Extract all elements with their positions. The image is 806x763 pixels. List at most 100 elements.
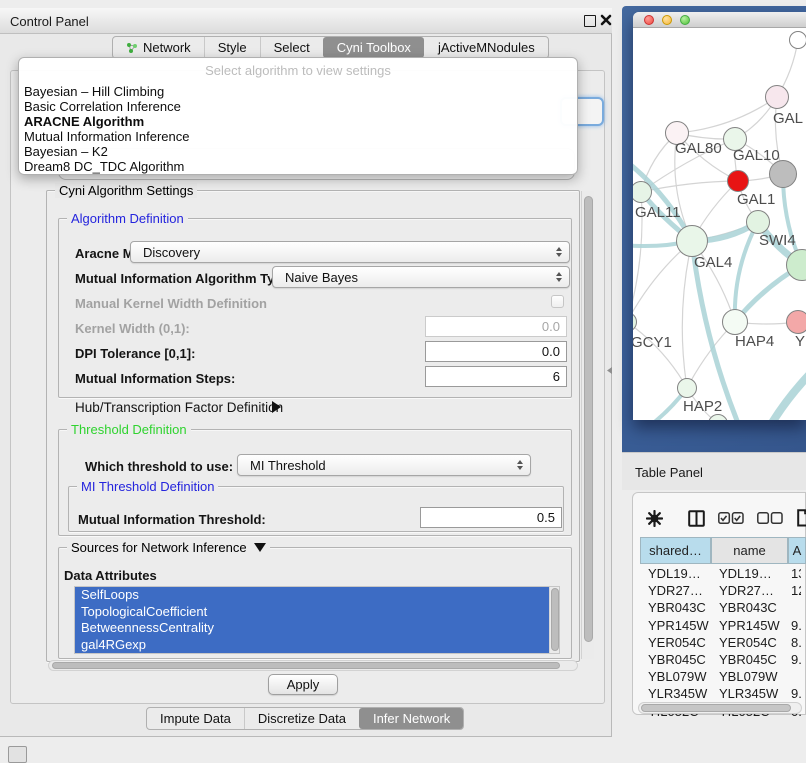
network-node-hap2[interactable] <box>677 378 697 398</box>
table-cell[interactable]: YPR145W <box>648 617 711 634</box>
split-columns-icon[interactable] <box>688 510 705 527</box>
data-attributes-list[interactable]: SelfLoopsTopologicalCoefficientBetweenne… <box>74 586 560 654</box>
unchecked-checkboxes-icon[interactable] <box>757 512 783 525</box>
table-cell[interactable]: YER054C <box>719 634 788 651</box>
collapse-down-icon[interactable] <box>254 543 266 552</box>
mi-steps-field[interactable]: 6 <box>425 366 567 387</box>
algorithm-option[interactable]: ARACNE Algorithm <box>24 114 577 129</box>
table-cell[interactable]: YBR045C <box>648 651 711 668</box>
network-node-swi4[interactable] <box>746 210 770 234</box>
tab-select[interactable]: Select <box>260 37 323 58</box>
tab-impute-data[interactable]: Impute Data <box>147 708 244 729</box>
data-attribute-item[interactable]: gal4RGexp <box>75 637 559 654</box>
kernel-width-field[interactable]: 0.0 <box>425 316 567 337</box>
algorithm-option[interactable]: Bayesian – K2 <box>24 144 577 159</box>
node-label: GAL1 <box>737 191 775 208</box>
float-window-icon[interactable] <box>584 15 596 27</box>
node-label: HAP4 <box>735 333 774 350</box>
settings-vscrollbar[interactable] <box>581 191 594 659</box>
sources-title-row: Sources for Network Inference <box>67 540 270 555</box>
close-icon[interactable] <box>600 14 612 26</box>
bottom-tabs: Impute Data Discretize Data Infer Networ… <box>146 707 464 730</box>
table-cell[interactable]: YDR27… <box>719 582 788 599</box>
column-header[interactable]: A <box>788 537 806 564</box>
network-window-titlebar[interactable] <box>633 12 806 28</box>
table-cell[interactable]: YDR27… <box>648 582 711 599</box>
minimize-traffic-light[interactable] <box>662 15 672 25</box>
algorithm-dropdown-list: Bayesian – Hill ClimbingBasic Correlatio… <box>19 82 577 174</box>
column-header[interactable]: shared… <box>640 537 711 564</box>
table-cell[interactable]: YDL19… <box>719 565 788 582</box>
aracne-mode-combobox[interactable]: Discovery <box>130 241 570 263</box>
tab-style[interactable]: Style <box>204 37 260 58</box>
table-cell[interactable]: YDL19… <box>648 565 711 582</box>
algorithm-option[interactable]: Dream8 DC_TDC Algorithm <box>24 159 577 174</box>
close-traffic-light[interactable] <box>644 15 654 25</box>
tab-jactivemnodules[interactable]: jActiveMNodules <box>424 37 548 58</box>
table-cell[interactable]: YBL079W <box>719 668 788 685</box>
table-cell[interactable]: 8. <box>791 634 801 651</box>
table-cell[interactable]: YPR145W <box>719 617 788 634</box>
data-attribute-item[interactable]: SelfLoops <box>75 587 559 604</box>
algorithm-option[interactable]: Mutual Information Inference <box>24 129 577 144</box>
manual-kernel-checkbox[interactable] <box>551 295 564 308</box>
checked-checkboxes-icon[interactable] <box>718 512 744 525</box>
table-cell[interactable] <box>791 599 801 616</box>
network-node-gal[interactable] <box>765 85 789 109</box>
algorithm-option[interactable]: Bayesian – Hill Climbing <box>24 84 577 99</box>
threshold-definition-title: Threshold Definition <box>67 422 191 437</box>
settings-hscrollbar[interactable] <box>48 660 578 671</box>
minimized-panel-icon[interactable] <box>8 746 27 763</box>
attributes-scrollbar[interactable] <box>549 587 559 653</box>
table-cell[interactable]: YER054C <box>648 634 711 651</box>
tab-network[interactable]: Network <box>113 37 204 58</box>
table-cell[interactable]: 13 <box>791 565 801 582</box>
table-cell[interactable]: YBR045C <box>719 651 788 668</box>
node-label: GAL10 <box>733 147 780 164</box>
table-cell[interactable] <box>791 668 801 685</box>
which-threshold-combobox[interactable]: MI Threshold <box>237 454 531 476</box>
network-node-gal1[interactable] <box>727 170 749 192</box>
expand-right-icon[interactable] <box>272 401 281 413</box>
table-cell[interactable]: 9. <box>791 685 801 702</box>
table-cell[interactable]: YBR043C <box>648 599 711 616</box>
table-cell[interactable]: YLR345W <box>648 685 711 702</box>
data-attribute-item[interactable]: BetweennessCentrality <box>75 620 559 637</box>
tab-cyni-toolbox[interactable]: Cyni Toolbox <box>323 37 424 58</box>
gear-icon[interactable] <box>646 510 663 527</box>
table-cell[interactable]: 12 <box>791 582 801 599</box>
network-node[interactable] <box>769 160 797 188</box>
table-cell[interactable]: 9. <box>791 617 801 634</box>
table-cell[interactable]: YBL079W <box>648 668 711 685</box>
tab-discretize-data[interactable]: Discretize Data <box>244 708 359 729</box>
tab-infer-network[interactable]: Infer Network <box>359 708 463 729</box>
zoom-traffic-light[interactable] <box>680 15 690 25</box>
table-cell[interactable]: YBR043C <box>719 599 788 616</box>
dpi-tolerance-field[interactable]: 0.0 <box>425 341 567 362</box>
algorithm-option[interactable]: Basic Correlation Inference <box>24 99 577 114</box>
mi-threshold-field[interactable]: 0.5 <box>420 507 562 528</box>
node-label: GCY1 <box>633 334 672 351</box>
kernel-width-label: Kernel Width (0,1): <box>75 321 190 336</box>
network-node-gal4[interactable] <box>676 225 708 257</box>
table-cell[interactable]: 9. <box>791 651 801 668</box>
network-canvas[interactable]: GALGAL80GAL10GAL1GAL11SWI4GAL4GCY1HAP4YH… <box>633 28 806 420</box>
apply-button[interactable]: Apply <box>268 674 338 695</box>
network-node-hap4[interactable] <box>722 309 748 335</box>
column-header[interactable]: name <box>711 537 788 564</box>
table-hscrollbar[interactable] <box>638 702 802 714</box>
node-label: Y <box>795 333 805 350</box>
control-panel-tabs: Network Style Select Cyni Toolbox jActiv… <box>112 36 549 59</box>
network-node-y[interactable] <box>786 310 806 334</box>
table-cell[interactable]: YLR345W <box>719 685 788 702</box>
control-panel-titlebar[interactable] <box>0 8 612 34</box>
document-icon[interactable] <box>797 509 806 527</box>
mi-type-combobox[interactable]: Naive Bayes <box>272 266 570 288</box>
network-node[interactable] <box>786 249 806 281</box>
network-node-gcy1[interactable] <box>633 312 637 332</box>
network-node[interactable] <box>789 31 806 49</box>
sources-title: Sources for Network Inference <box>71 540 247 555</box>
data-attribute-item[interactable]: TopologicalCoefficient <box>75 604 559 621</box>
node-label: GAL80 <box>675 140 722 157</box>
network-node-gal11[interactable] <box>633 181 652 203</box>
